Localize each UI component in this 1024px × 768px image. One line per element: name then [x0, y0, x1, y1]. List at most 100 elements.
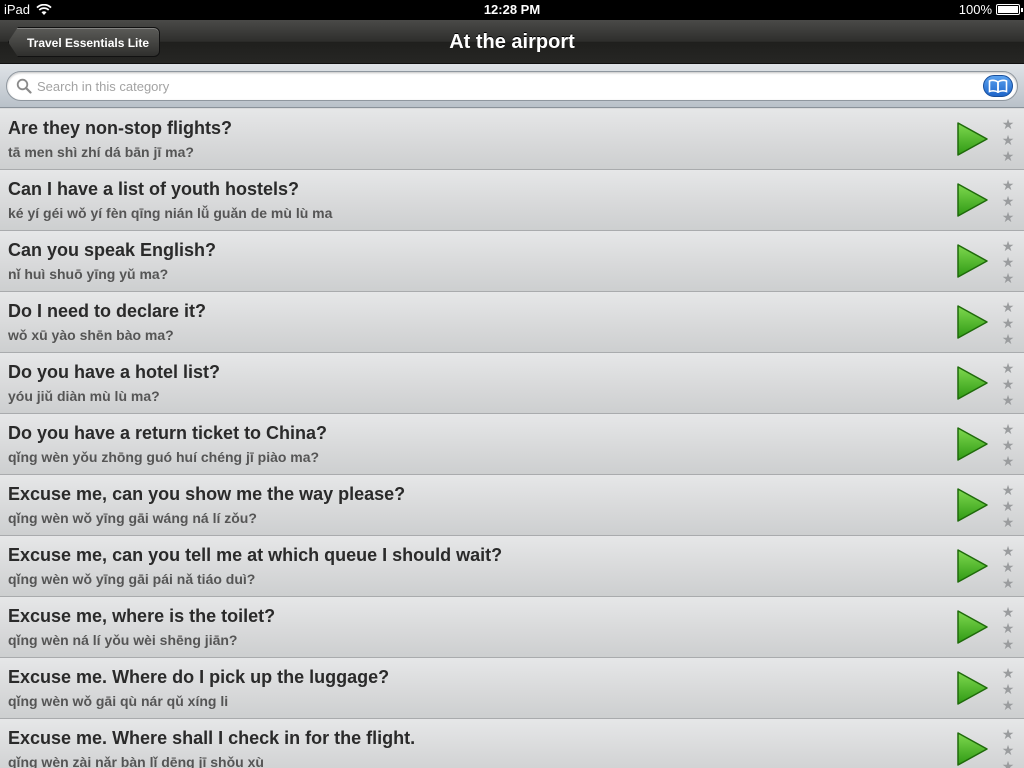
star-icon[interactable]: ★: [1000, 742, 1016, 758]
battery-icon: [996, 4, 1023, 15]
status-right: 100%: [959, 2, 1023, 17]
star-icon[interactable]: ★: [1000, 620, 1016, 636]
star-icon[interactable]: ★: [1000, 360, 1016, 376]
phrase-english: Excuse me. Where do I pick up the luggag…: [8, 667, 390, 687]
phrase-row[interactable]: Excuse me. Where do I pick up the luggag…: [0, 658, 1024, 719]
phrase-english: Excuse me. Where shall I check in for th…: [8, 728, 416, 748]
star-icon[interactable]: ★: [1000, 665, 1016, 681]
phrase-english: Do I need to declare it?: [8, 301, 207, 321]
phrase-pinyin: wǒ xū yào shēn bào ma?: [8, 327, 174, 343]
phrase-row[interactable]: Are they non-stop flights? tā men shì zh…: [0, 109, 1024, 170]
star-icon[interactable]: ★: [1000, 148, 1016, 164]
star-icon[interactable]: ★: [1000, 482, 1016, 498]
phrase-english: Excuse me, can you show me the way pleas…: [8, 484, 406, 504]
star-icon[interactable]: ★: [1000, 575, 1016, 591]
phrase-row[interactable]: Do you have a return ticket to China? qǐ…: [0, 414, 1024, 475]
phrase-english: Excuse me, where is the toilet?: [8, 606, 276, 626]
star-icon[interactable]: ★: [1000, 421, 1016, 437]
star-icon[interactable]: ★: [1000, 376, 1016, 392]
star-icon[interactable]: ★: [1000, 116, 1016, 132]
phrase-pinyin: qǐng wèn wǒ gāi qù nár qǔ xíng li: [8, 693, 229, 709]
phrase-row[interactable]: Can I have a list of youth hostels? ké y…: [0, 170, 1024, 231]
star-icon[interactable]: ★: [1000, 392, 1016, 408]
phrase-row[interactable]: Excuse me, where is the toilet? qǐng wèn…: [0, 597, 1024, 658]
star-icon[interactable]: ★: [1000, 437, 1016, 453]
star-icon[interactable]: ★: [1000, 697, 1016, 713]
phrase-english: Can you speak English?: [8, 240, 217, 260]
star-icon[interactable]: ★: [1000, 177, 1016, 193]
phrase-pinyin: qǐng wèn zài nǎr bàn lǐ dēng jī shǒu xù: [8, 754, 264, 768]
rating-stars[interactable]: ★ ★ ★: [1000, 360, 1016, 408]
play-icon[interactable]: [955, 609, 989, 645]
star-icon[interactable]: ★: [1000, 209, 1016, 225]
status-bar: iPad 12:28 PM 100%: [0, 0, 1024, 20]
play-icon[interactable]: [955, 365, 989, 401]
navigation-bar: Travel Essentials Lite At the airport: [0, 20, 1024, 64]
phrase-pinyin: qǐng wèn wǒ yīng gāi pái nǎ tiáo duì?: [8, 571, 256, 587]
phrase-pinyin: qǐng wèn wǒ yīng gāi wáng ná lí zǒu?: [8, 510, 257, 526]
star-icon[interactable]: ★: [1000, 514, 1016, 530]
phrase-english: Do you have a return ticket to China?: [8, 423, 328, 443]
star-icon[interactable]: ★: [1000, 726, 1016, 742]
rating-stars[interactable]: ★ ★ ★: [1000, 177, 1016, 225]
star-icon[interactable]: ★: [1000, 270, 1016, 286]
rating-stars[interactable]: ★ ★ ★: [1000, 299, 1016, 347]
star-icon[interactable]: ★: [1000, 132, 1016, 148]
play-icon[interactable]: [955, 243, 989, 279]
phrase-english: Are they non-stop flights?: [8, 118, 232, 138]
star-icon[interactable]: ★: [1000, 254, 1016, 270]
phrase-row[interactable]: Do you have a hotel list? yóu jiǔ diàn m…: [0, 353, 1024, 414]
rating-stars[interactable]: ★ ★ ★: [1000, 726, 1016, 768]
phrase-english: Can I have a list of youth hostels?: [8, 179, 300, 199]
phrase-english: Do you have a hotel list?: [8, 362, 221, 382]
star-icon[interactable]: ★: [1000, 559, 1016, 575]
play-icon[interactable]: [955, 121, 989, 157]
play-icon[interactable]: [955, 304, 989, 340]
phrase-list: Are they non-stop flights? tā men shì zh…: [0, 109, 1024, 768]
phrase-pinyin: tā men shì zhí dá bān jī ma?: [8, 144, 194, 160]
star-icon[interactable]: ★: [1000, 498, 1016, 514]
star-icon[interactable]: ★: [1000, 315, 1016, 331]
star-icon[interactable]: ★: [1000, 758, 1016, 768]
phrase-row[interactable]: Excuse me. Where shall I check in for th…: [0, 719, 1024, 768]
star-icon[interactable]: ★: [1000, 299, 1016, 315]
star-icon[interactable]: ★: [1000, 543, 1016, 559]
star-icon[interactable]: ★: [1000, 238, 1016, 254]
phrase-row[interactable]: Excuse me, can you show me the way pleas…: [0, 475, 1024, 536]
star-icon[interactable]: ★: [1000, 604, 1016, 620]
rating-stars[interactable]: ★ ★ ★: [1000, 421, 1016, 469]
rating-stars[interactable]: ★ ★ ★: [1000, 543, 1016, 591]
star-icon[interactable]: ★: [1000, 193, 1016, 209]
rating-stars[interactable]: ★ ★ ★: [1000, 238, 1016, 286]
star-icon[interactable]: ★: [1000, 636, 1016, 652]
phrase-pinyin: nǐ huì shuō yīng yǔ ma?: [8, 266, 169, 282]
rating-stars[interactable]: ★ ★ ★: [1000, 482, 1016, 530]
play-icon[interactable]: [955, 731, 989, 767]
rating-stars[interactable]: ★ ★ ★: [1000, 604, 1016, 652]
search-field[interactable]: [6, 71, 1018, 101]
search-icon: [16, 78, 32, 94]
phrase-english: Excuse me, can you tell me at which queu…: [8, 545, 503, 565]
status-time: 12:28 PM: [483, 2, 541, 17]
play-icon[interactable]: [955, 426, 989, 462]
play-icon[interactable]: [955, 670, 989, 706]
phrase-row[interactable]: Do I need to declare it? wǒ xū yào shēn …: [0, 292, 1024, 353]
bookmark-button[interactable]: [983, 75, 1013, 97]
book-icon: [988, 79, 1008, 93]
star-icon[interactable]: ★: [1000, 331, 1016, 347]
play-icon[interactable]: [955, 182, 989, 218]
page-title: At the airport: [449, 31, 575, 53]
play-icon[interactable]: [955, 548, 989, 584]
star-icon[interactable]: ★: [1000, 453, 1016, 469]
rating-stars[interactable]: ★ ★ ★: [1000, 665, 1016, 713]
phrase-row[interactable]: Excuse me, can you tell me at which queu…: [0, 536, 1024, 597]
rating-stars[interactable]: ★ ★ ★: [1000, 116, 1016, 164]
phrase-row[interactable]: Can you speak English? nǐ huì shuō yīng …: [0, 231, 1024, 292]
search-input[interactable]: [37, 72, 967, 100]
phrase-pinyin: ké yí géi wǒ yí fèn qīng nián lǚ guǎn de…: [8, 205, 333, 221]
play-icon[interactable]: [955, 487, 989, 523]
phrase-pinyin: qǐng wèn yǒu zhōng guó huí chéng jī piào…: [8, 449, 320, 465]
star-icon[interactable]: ★: [1000, 681, 1016, 697]
phrase-pinyin: qǐng wèn ná lí yǒu wèi shēng jiān?: [8, 632, 238, 648]
search-bar: [0, 64, 1024, 108]
